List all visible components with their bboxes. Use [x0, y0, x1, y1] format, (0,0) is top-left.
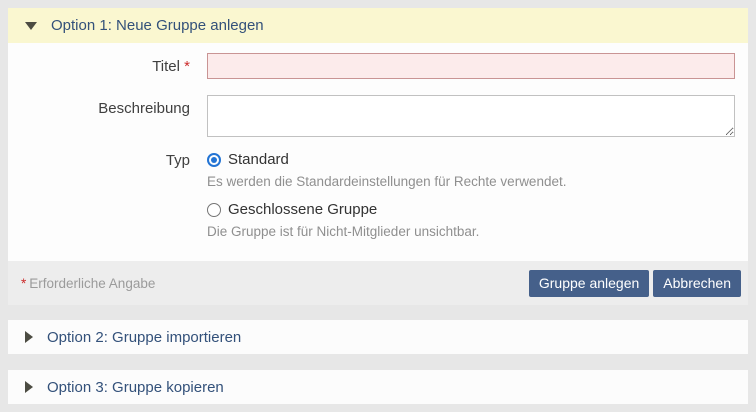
new-group-form: Titel * Beschreibung Typ [8, 43, 748, 261]
required-asterisk: * [184, 58, 190, 75]
required-asterisk: * [21, 276, 26, 291]
description-row: Beschreibung [8, 95, 748, 137]
radio-unselected-icon[interactable] [207, 203, 221, 217]
description-label: Beschreibung [8, 95, 207, 117]
accordion: Option 1: Neue Gruppe anlegen Titel * Be… [0, 0, 756, 412]
radio-help-text: Die Gruppe ist für Nicht-Mitglieder unsi… [207, 224, 735, 239]
description-textarea[interactable] [207, 95, 735, 137]
accordion-header-label: Option 1: Neue Gruppe anlegen [51, 17, 264, 34]
accordion-section-import-group: Option 2: Gruppe importieren [8, 320, 748, 354]
accordion-header-label: Option 2: Gruppe importieren [47, 329, 241, 346]
chevron-down-icon [25, 22, 37, 30]
radio-selected-icon[interactable] [207, 153, 221, 167]
radio-option-closed[interactable]: Geschlossene Gruppe [207, 201, 735, 218]
create-group-button[interactable]: Gruppe anlegen [529, 270, 649, 297]
radio-help-text: Es werden die Standardeinstellungen für … [207, 174, 735, 189]
form-footer: *Erforderliche Angabe Gruppe anlegen Abb… [8, 261, 748, 305]
type-label: Typ [8, 151, 207, 169]
title-input[interactable] [207, 53, 735, 79]
accordion-header-import-group[interactable]: Option 2: Gruppe importieren [8, 320, 748, 354]
chevron-right-icon [25, 331, 33, 343]
type-option-closed: Geschlossene Gruppe Die Gruppe ist für N… [207, 201, 735, 239]
accordion-header-copy-group[interactable]: Option 3: Gruppe kopieren [8, 370, 748, 404]
accordion-header-new-group[interactable]: Option 1: Neue Gruppe anlegen [8, 8, 748, 43]
chevron-right-icon [25, 381, 33, 393]
accordion-header-label: Option 3: Gruppe kopieren [47, 379, 224, 396]
type-row: Typ Standard Es werden die Standardeinst… [8, 151, 748, 239]
accordion-section-copy-group: Option 3: Gruppe kopieren [8, 370, 748, 404]
radio-option-standard[interactable]: Standard [207, 151, 735, 168]
radio-label[interactable]: Standard [228, 151, 289, 168]
accordion-section-new-group: Option 1: Neue Gruppe anlegen Titel * Be… [8, 8, 748, 305]
type-option-standard: Standard Es werden die Standardeinstellu… [207, 151, 735, 189]
required-note: *Erforderliche Angabe [21, 276, 529, 291]
title-row: Titel * [8, 53, 748, 79]
cancel-button[interactable]: Abbrechen [653, 270, 741, 297]
radio-label[interactable]: Geschlossene Gruppe [228, 201, 377, 218]
title-label: Titel * [8, 53, 207, 75]
